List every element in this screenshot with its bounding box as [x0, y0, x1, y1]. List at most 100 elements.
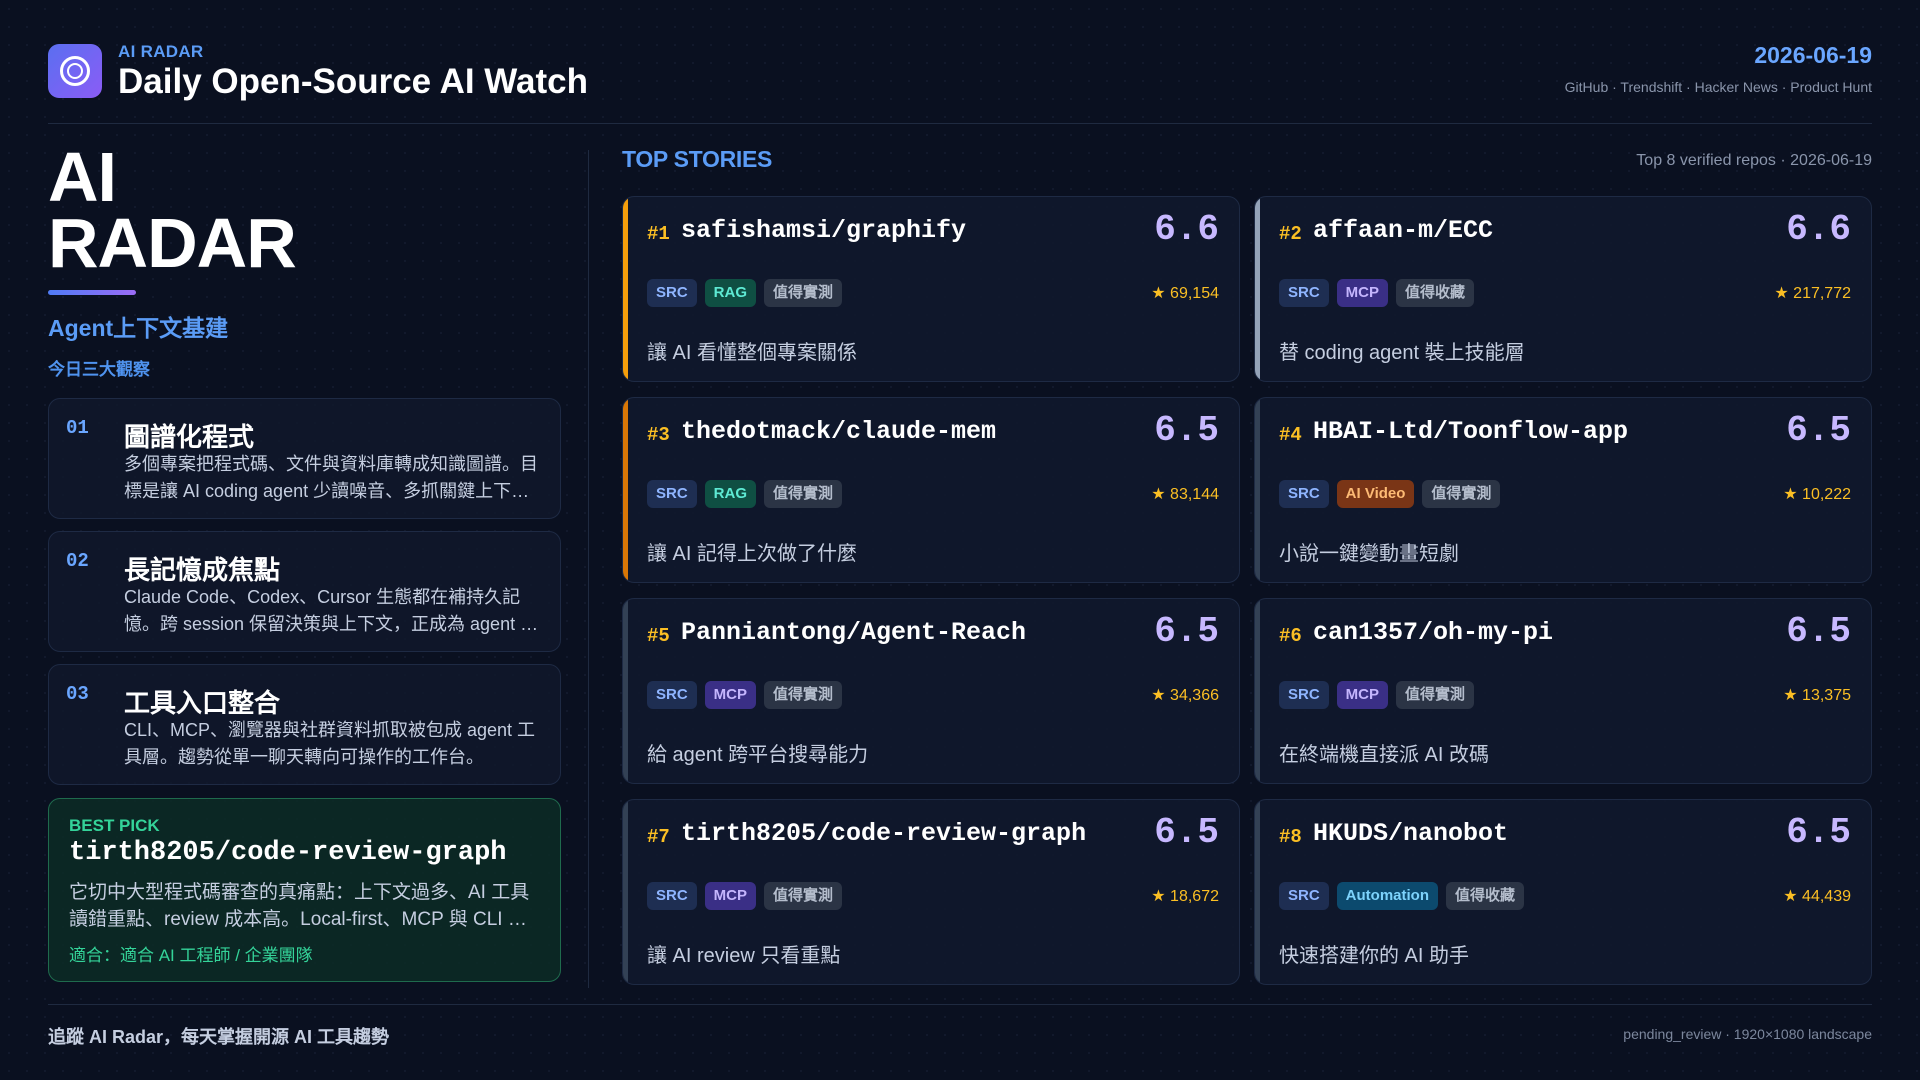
- story-card[interactable]: #8 HKUDS/nanobot 6.5 SRC Automation 值得收藏 ★ 44,…: [1254, 799, 1872, 985]
- story-card[interactable]: #7 tirth8205/code-review-graph 6.5 SRC MCP 值得…: [622, 799, 1240, 985]
- tag-src: SRC: [647, 882, 697, 910]
- tag-gray: 值得實測: [1422, 480, 1501, 508]
- story-score: 6.6: [1154, 209, 1219, 250]
- tag-src: SRC: [1279, 279, 1329, 307]
- story-card[interactable]: #5 Panniantong/Agent-Reach 6.5 SRC MCP 值得實測 ★ …: [622, 598, 1240, 784]
- tag-rag: RAG: [704, 279, 757, 307]
- source-list: GitHub · Trendshift · Hacker News · Prod…: [1564, 79, 1872, 95]
- insight-title: 工具入口整合: [124, 688, 281, 718]
- header: AI RADAR Daily Open-Source AI Watch 2026…: [48, 38, 1872, 124]
- insight-card[interactable]: 02 長記憶成焦點 Claude Code、Codex、Cursor 生態都在補…: [48, 531, 561, 652]
- tag-src: SRC: [1279, 681, 1329, 709]
- story-repo-link[interactable]: HKUDS/nanobot: [1313, 819, 1508, 848]
- tag-gray: 值得實測: [764, 882, 843, 910]
- footer-meta: pending_review · 1920×1080 landscape: [1623, 1026, 1872, 1042]
- story-desc: 小說一鍵變動畫短劇: [1279, 543, 1459, 565]
- theme-subtitle: Agent上下文基建: [48, 315, 229, 341]
- insight-title: 圖譜化程式: [124, 422, 255, 452]
- insight-desc: 多個專案把程式碼、文件與資料庫轉成知識圖譜。目標是讓 AI coding age…: [124, 454, 538, 501]
- card-accent-bar: [623, 800, 628, 984]
- story-score: 6.5: [1154, 812, 1219, 853]
- insight-card[interactable]: 01 圖譜化程式 多個專案把程式碼、文件與資料庫轉成知識圖譜。目標是讓 AI c…: [48, 398, 561, 519]
- tag-src: SRC: [647, 279, 697, 307]
- star-count: ★ 18,672: [1151, 888, 1219, 905]
- story-repo-link[interactable]: can1357/oh-my-pi: [1313, 618, 1553, 647]
- story-rank: #8: [1279, 826, 1302, 848]
- story-repo-link[interactable]: tirth8205/code-review-graph: [681, 819, 1086, 848]
- story-repo-link[interactable]: Panniantong/Agent-Reach: [681, 618, 1026, 647]
- story-rank: #7: [647, 826, 670, 848]
- hero-line-1: AI: [48, 138, 117, 216]
- best-pick-card[interactable]: BEST PICK tirth8205/code-review-graph 它切…: [48, 798, 561, 982]
- story-repo-link[interactable]: affaan-m/ECC: [1313, 216, 1493, 245]
- star-count: ★ 69,154: [1151, 285, 1219, 302]
- tag-list: SRC Automation 值得收藏: [1279, 882, 1525, 910]
- story-card[interactable]: #3 thedotmack/claude-mem 6.5 SRC RAG 值得實測 ★ 83…: [622, 397, 1240, 583]
- star-count: ★ 217,772: [1774, 285, 1851, 302]
- card-accent-bar: [1255, 599, 1260, 783]
- hero-title: AI RADAR: [48, 138, 561, 278]
- insight-number: 03: [66, 683, 89, 705]
- story-desc: 替 coding agent 裝上技能層: [1279, 342, 1525, 364]
- story-card[interactable]: #6 can1357/oh-my-pi 6.5 SRC MCP 值得實測 ★ 13,375 在…: [1254, 598, 1872, 784]
- story-rank: #2: [1279, 223, 1302, 245]
- radar-rings-icon: [48, 44, 102, 98]
- star-count: ★ 83,144: [1151, 486, 1219, 503]
- tag-gray: 值得實測: [764, 681, 843, 709]
- story-repo-link[interactable]: HBAI-Ltd/Toonflow-app: [1313, 417, 1628, 446]
- story-desc: 讓 AI 記得上次做了什麼: [647, 543, 858, 565]
- insight-card[interactable]: 03 工具入口整合 CLI、MCP、瀏覽器與社群資料抓取被包成 agent 工具…: [48, 664, 561, 785]
- best-pick-desc: 它切中大型程式碼審查的真痛點：上下文過多、AI 工具讀錯重點、review 成本…: [69, 882, 530, 930]
- best-pick-label: BEST PICK: [69, 816, 160, 835]
- story-card[interactable]: #4 HBAI-Ltd/Toonflow-app 6.5 SRC AI Video 值得實…: [1254, 397, 1872, 583]
- top-stories-title: TOP STORIES: [622, 146, 773, 172]
- story-rank: #4: [1279, 424, 1302, 446]
- left-panel: AI RADAR Agent上下文基建 今日三大觀察 01 圖譜化程式 多個專案…: [48, 138, 561, 984]
- insight-number: 02: [66, 550, 89, 572]
- tag-list: SRC AI Video 值得實測: [1279, 480, 1501, 508]
- story-score: 6.5: [1786, 410, 1851, 451]
- card-accent-bar: [623, 599, 628, 783]
- tag-src: SRC: [647, 480, 697, 508]
- card-accent-bar: [1255, 398, 1260, 582]
- story-score: 6.5: [1154, 410, 1219, 451]
- tag-mcp: MCP: [1336, 279, 1389, 307]
- footer-divider: [48, 1004, 1872, 1005]
- brand-small: AI RADAR: [118, 42, 204, 61]
- hero-underline: [48, 290, 136, 295]
- column-divider: [588, 150, 589, 988]
- tag-src: SRC: [1279, 480, 1329, 508]
- tag-list: SRC RAG 值得實測: [647, 279, 843, 307]
- story-desc: 讓 AI review 只看重點: [647, 945, 841, 967]
- best-pick-audience: 適合：適合 AI 工程師 / 企業團隊: [69, 946, 313, 965]
- star-count: ★ 13,375: [1783, 687, 1851, 704]
- story-score: 6.6: [1786, 209, 1851, 250]
- best-pick-repo[interactable]: tirth8205/code-review-graph: [69, 838, 506, 868]
- tag-gray: 值得收藏: [1446, 882, 1525, 910]
- tag-mcp: MCP: [704, 882, 757, 910]
- story-repo-link[interactable]: safishamsi/graphify: [681, 216, 966, 245]
- tag-mcp: MCP: [1336, 681, 1389, 709]
- story-repo-link[interactable]: thedotmack/claude-mem: [681, 417, 996, 446]
- star-count: ★ 34,366: [1151, 687, 1219, 704]
- story-score: 6.5: [1154, 611, 1219, 652]
- story-desc: 給 agent 跨平台搜尋能力: [647, 744, 869, 766]
- tag-list: SRC MCP 值得實測: [647, 681, 843, 709]
- tag-list: SRC RAG 值得實測: [647, 480, 843, 508]
- story-score: 6.5: [1786, 611, 1851, 652]
- story-card[interactable]: #1 safishamsi/graphify 6.6 SRC RAG 值得實測 ★ 69,1…: [622, 196, 1240, 382]
- tag-ai-video: AI Video: [1336, 480, 1415, 508]
- insights-label: 今日三大觀察: [48, 360, 150, 379]
- story-card[interactable]: #2 affaan-m/ECC 6.6 SRC MCP 值得收藏 ★ 217,772 替 co…: [1254, 196, 1872, 382]
- tag-list: SRC MCP 值得收藏: [1279, 279, 1475, 307]
- card-accent-bar: [1255, 800, 1260, 984]
- story-desc: 在終端機直接派 AI 改碼: [1279, 744, 1490, 766]
- story-desc: 讓 AI 看懂整個專案關係: [647, 342, 858, 364]
- star-count: ★ 44,439: [1783, 888, 1851, 905]
- tag-list: SRC MCP 值得實測: [1279, 681, 1475, 709]
- report-date: 2026-06-19: [1754, 42, 1872, 68]
- story-rank: #6: [1279, 625, 1302, 647]
- footer-tagline: 追蹤 AI Radar，每天掌握開源 AI 工具趨勢: [48, 1027, 390, 1047]
- tag-automation: Automation: [1336, 882, 1438, 910]
- tag-gray: 值得實測: [764, 279, 843, 307]
